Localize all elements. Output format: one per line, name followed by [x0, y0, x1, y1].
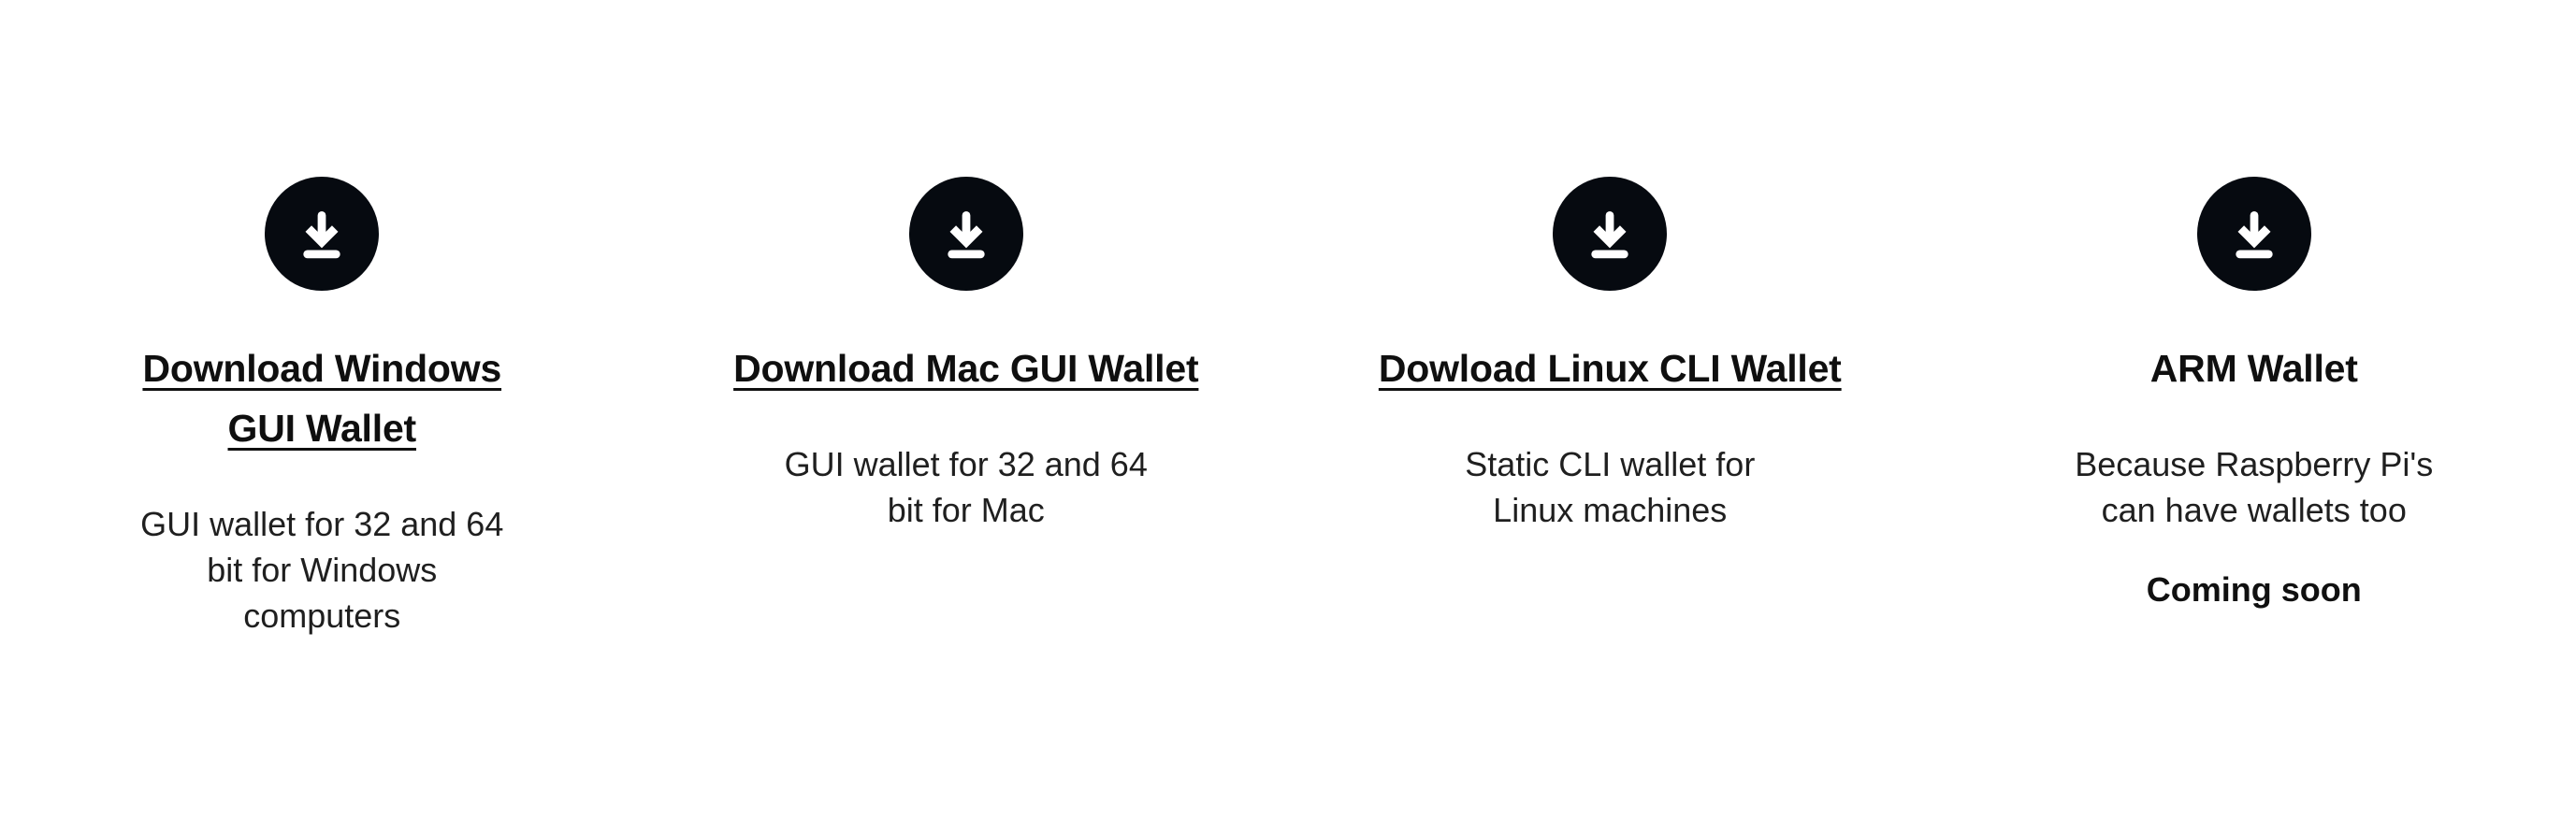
wallet-card-mac: Download Mac GUI Wallet GUI wallet for 3…: [644, 0, 1289, 567]
wallet-card-arm: ARM Wallet Because Raspberry Pi's can ha…: [1932, 0, 2576, 612]
wallet-title-link-linux[interactable]: Dowload Linux CLI Wallet: [1379, 338, 1842, 398]
wallet-description-mac: GUI wallet for 32 and 64 bit for Mac: [784, 445, 1148, 529]
download-icon-wrapper-arm[interactable]: [2196, 177, 2311, 291]
wallet-title-arm: ARM Wallet: [2149, 347, 2358, 390]
wallet-card-windows: Download Windows GUI Wallet GUI wallet f…: [0, 0, 644, 672]
wallet-download-section: Download Windows GUI Wallet GUI wallet f…: [0, 0, 2576, 819]
wallet-title-link-windows[interactable]: Download Windows GUI Wallet: [121, 338, 523, 458]
download-icon[interactable]: [908, 177, 1023, 291]
download-icon[interactable]: [1553, 177, 1668, 291]
download-icon[interactable]: [2196, 177, 2311, 291]
wallet-note-arm: Coming soon: [2146, 570, 2362, 609]
wallet-description-arm: Because Raspberry Pi's can have wallets …: [2075, 445, 2434, 529]
wallet-card-linux: Dowload Linux CLI Wallet Static CLI wall…: [1288, 0, 1932, 567]
download-icon-wrapper-mac[interactable]: [908, 177, 1023, 291]
wallet-title-link-mac[interactable]: Download Mac GUI Wallet: [733, 338, 1199, 398]
download-icon-wrapper-linux[interactable]: [1553, 177, 1668, 291]
wallet-description-windows: GUI wallet for 32 and 64 bit for Windows…: [140, 505, 504, 635]
download-icon[interactable]: [265, 177, 380, 291]
download-icon-wrapper-windows[interactable]: [265, 177, 380, 291]
wallet-description-linux: Static CLI wallet for Linux machines: [1465, 445, 1756, 529]
